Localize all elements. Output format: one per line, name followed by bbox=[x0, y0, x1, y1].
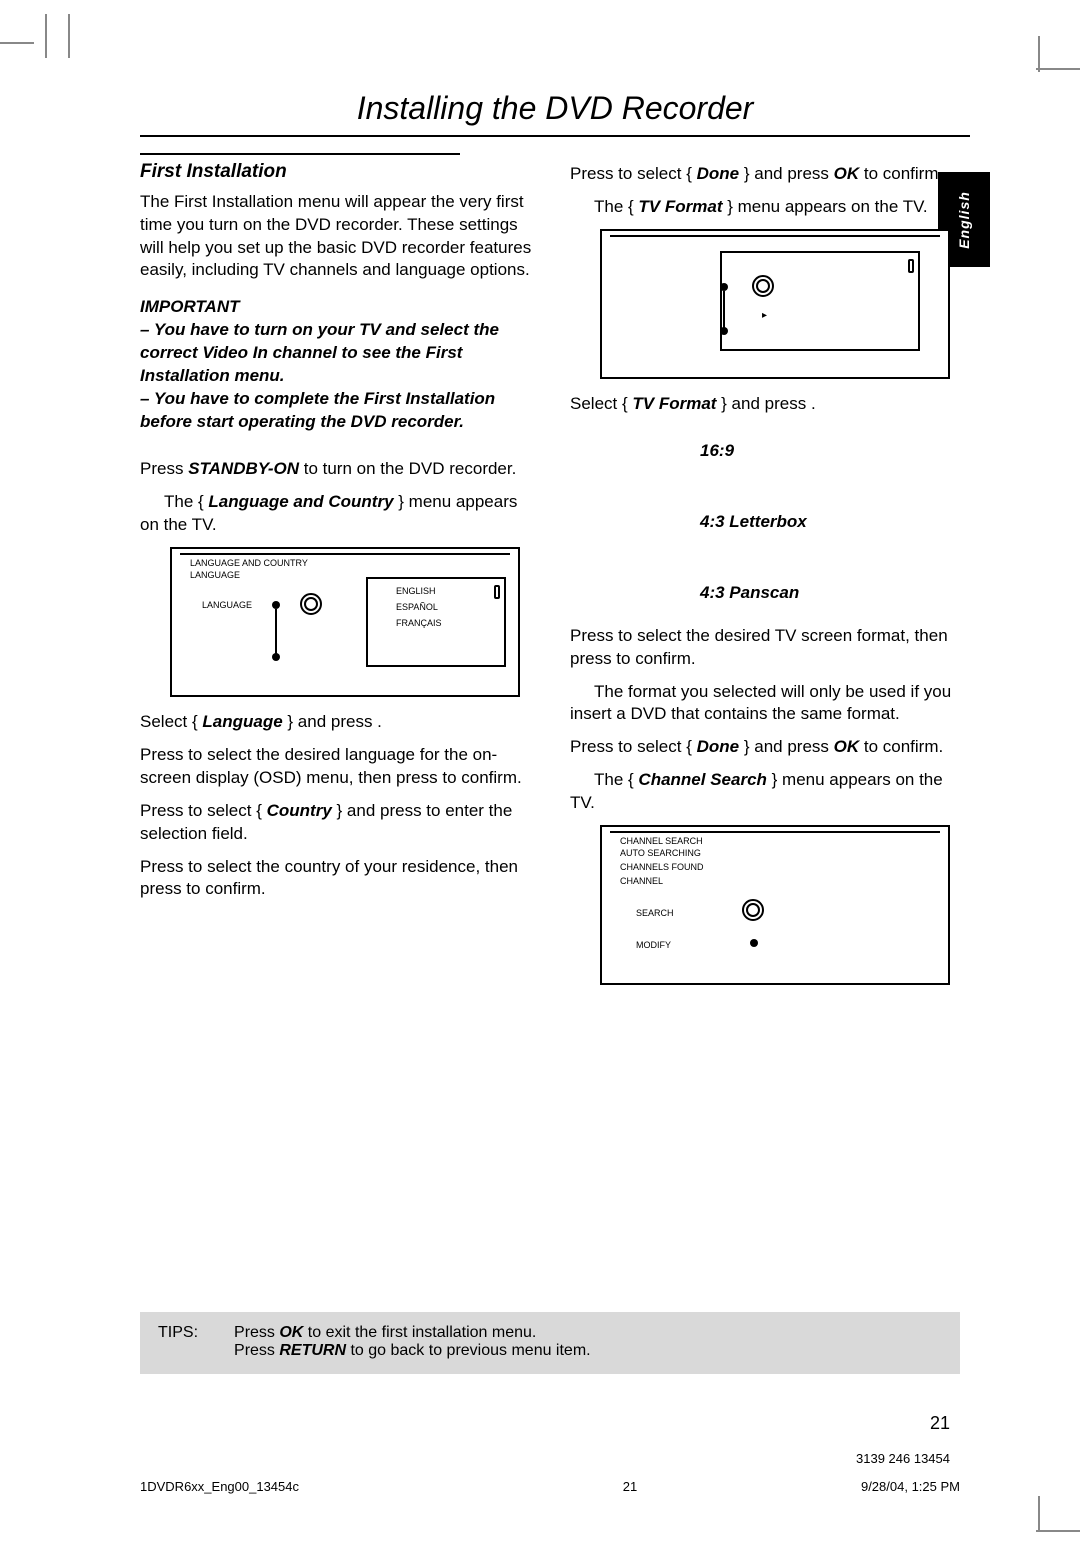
footer: 1DVDR6xx_Eng00_13454c 21 9/28/04, 1:25 P… bbox=[140, 1479, 960, 1494]
osd-diagram-channel-search: CHANNEL SEARCH AUTO SEARCHING CHANNELS F… bbox=[600, 825, 950, 985]
diagram-text: SEARCH bbox=[636, 907, 674, 919]
format-16-9: 16:9 bbox=[700, 440, 970, 463]
important-line: – You have to turn on your TV and select… bbox=[140, 319, 540, 388]
right-column: Press to select { Done } and press OK to… bbox=[570, 153, 970, 999]
text: Select { bbox=[570, 394, 632, 413]
text: } and press bbox=[739, 737, 834, 756]
result: The format you selected will only be use… bbox=[570, 681, 970, 727]
crop-mark bbox=[1036, 1530, 1080, 1532]
key-label: RETURN bbox=[279, 1342, 346, 1359]
text: The { bbox=[594, 770, 638, 789]
result: The { TV Format } menu appears on the TV… bbox=[570, 196, 970, 219]
step: Press to select the desired TV screen fo… bbox=[570, 625, 970, 671]
text: } and press . bbox=[716, 394, 815, 413]
step: Press to select the desired language for… bbox=[140, 744, 540, 790]
result: The { Channel Search } menu appears on t… bbox=[570, 769, 970, 815]
menu-name: Done bbox=[697, 737, 740, 756]
menu-name: Country bbox=[267, 801, 332, 820]
key-label: STANDBY-ON bbox=[188, 459, 299, 478]
menu-name: Channel Search bbox=[638, 770, 767, 789]
diagram-text: LANGUAGE bbox=[202, 599, 252, 611]
key-label: OK bbox=[834, 164, 860, 183]
important-heading: IMPORTANT bbox=[140, 296, 540, 319]
footer-page: 21 bbox=[623, 1479, 637, 1494]
page-number: 21 bbox=[930, 1413, 950, 1434]
step: Select { TV Format } and press . bbox=[570, 393, 970, 416]
tips-bar: TIPS: Press OK to exit the first install… bbox=[140, 1312, 960, 1374]
text: } and press . bbox=[283, 712, 382, 731]
manual-page: Installing the DVD Recorder English Firs… bbox=[0, 0, 1080, 1544]
diagram-text: ENGLISH bbox=[396, 585, 436, 597]
text: } menu appears on the TV. bbox=[722, 197, 927, 216]
text: Press bbox=[234, 1324, 279, 1341]
language-tab-text: English bbox=[956, 191, 972, 249]
text: to exit the first installation menu. bbox=[303, 1324, 536, 1341]
menu-name: Language bbox=[202, 712, 282, 731]
diagram-text: CHANNEL bbox=[620, 875, 663, 887]
diagram-text: FRANÇAIS bbox=[396, 617, 442, 629]
menu-name: TV Format bbox=[638, 197, 722, 216]
step: Press to select { Done } and press OK to… bbox=[570, 163, 970, 186]
section-heading: First Installation bbox=[140, 159, 540, 185]
diagram-text: MODIFY bbox=[636, 939, 671, 951]
page-title: Installing the DVD Recorder bbox=[140, 90, 970, 127]
text: The { bbox=[164, 492, 208, 511]
diagram-text: ESPAÑOL bbox=[396, 601, 438, 613]
text: Select { bbox=[140, 712, 202, 731]
diagram-text: CHANNEL SEARCH bbox=[620, 835, 703, 847]
text: Press to select { bbox=[570, 737, 697, 756]
section-rule bbox=[140, 153, 460, 155]
crop-mark bbox=[0, 42, 34, 44]
step: Select { Language } and press . bbox=[140, 711, 540, 734]
menu-name: Language and Country bbox=[208, 492, 393, 511]
text: to go back to previous menu item. bbox=[346, 1342, 591, 1359]
footer-date: 9/28/04, 1:25 PM bbox=[861, 1479, 960, 1494]
text: Press to select { bbox=[570, 164, 697, 183]
crop-mark bbox=[45, 14, 75, 58]
key-label: OK bbox=[834, 737, 860, 756]
crop-mark bbox=[1038, 1496, 1040, 1532]
crop-mark bbox=[1038, 36, 1040, 72]
result: The { Language and Country } menu appear… bbox=[140, 491, 540, 537]
tips-body: Press OK to exit the first installation … bbox=[234, 1324, 591, 1360]
text: The { bbox=[594, 197, 638, 216]
osd-diagram-language: LANGUAGE AND COUNTRY LANGUAGE LANGUAGE E… bbox=[170, 547, 520, 697]
step: Press to select { Country } and press to… bbox=[140, 800, 540, 846]
text: to turn on the DVD recorder. bbox=[299, 459, 516, 478]
diagram-text: LANGUAGE AND COUNTRY bbox=[190, 557, 308, 569]
diagram-text: AUTO SEARCHING bbox=[620, 847, 701, 859]
text: to confirm. bbox=[859, 164, 943, 183]
footer-file: 1DVDR6xx_Eng00_13454c bbox=[140, 1479, 299, 1494]
crop-mark bbox=[68, 14, 70, 58]
format-4-3-letterbox: 4:3 Letterbox bbox=[700, 511, 970, 534]
tips-line: Press RETURN to go back to previous menu… bbox=[234, 1342, 591, 1360]
diagram-text: LANGUAGE bbox=[190, 569, 240, 581]
tips-label: TIPS: bbox=[158, 1324, 198, 1360]
left-column: First Installation The First Installatio… bbox=[140, 153, 540, 999]
text: } and press bbox=[739, 164, 834, 183]
tips-line: Press OK to exit the first installation … bbox=[234, 1324, 591, 1342]
key-label: OK bbox=[279, 1324, 303, 1341]
text: Press bbox=[234, 1342, 279, 1359]
format-4-3-panscan: 4:3 Panscan bbox=[700, 582, 970, 605]
step: Press to select { Done } and press OK to… bbox=[570, 736, 970, 759]
intro-text: The First Installation menu will appear … bbox=[140, 191, 540, 283]
text: Press bbox=[140, 459, 188, 478]
osd-diagram-tvformat: ▸ bbox=[600, 229, 950, 379]
text: Press to select { bbox=[140, 801, 267, 820]
text: to confirm. bbox=[859, 737, 943, 756]
title-rule bbox=[140, 135, 970, 137]
step: Press to select the country of your resi… bbox=[140, 856, 540, 902]
important-line: – You have to complete the First Install… bbox=[140, 388, 540, 434]
diagram-text: CHANNELS FOUND bbox=[620, 861, 704, 873]
part-number: 3139 246 13454 bbox=[856, 1451, 950, 1466]
step: Press STANDBY-ON to turn on the DVD reco… bbox=[140, 458, 540, 481]
menu-name: TV Format bbox=[632, 394, 716, 413]
menu-name: Done bbox=[697, 164, 740, 183]
content-columns: First Installation The First Installatio… bbox=[140, 153, 970, 999]
crop-mark bbox=[1036, 68, 1080, 70]
